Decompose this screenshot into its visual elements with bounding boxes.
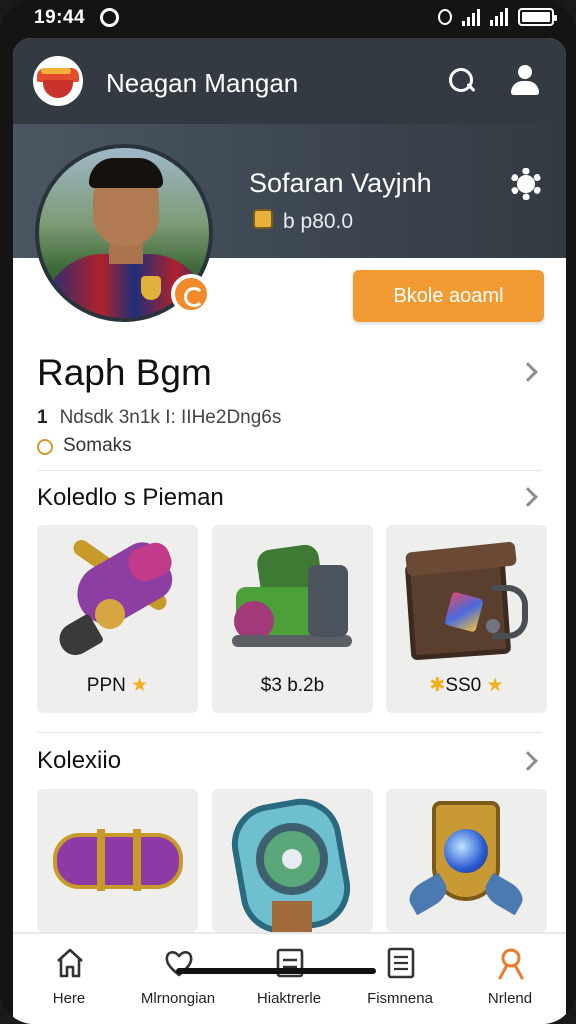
document-icon — [276, 948, 304, 978]
section-title-collection: Koledlo s Pieman — [37, 484, 224, 511]
sub-text: Somaks — [63, 435, 132, 456]
profile-name: Sofaran Vayjnh — [249, 168, 432, 198]
item-card[interactable]: $3 b.2b — [212, 525, 373, 713]
clock-icon — [37, 439, 53, 455]
status-time: 19:44 — [34, 7, 86, 28]
star-icon: ✱ — [429, 675, 446, 696]
item-card[interactable]: ✱SS0 ★ — [386, 525, 547, 713]
section-title-kolexiio: Kolexiio — [37, 747, 122, 774]
nav-label: Hiaktrerle — [256, 990, 322, 1007]
divider — [37, 470, 542, 471]
chevron-right-icon[interactable] — [518, 751, 538, 771]
home-icon — [57, 948, 83, 978]
stats-text: Ndsdk 3n1k I: IIHe2Dng6s — [59, 407, 282, 428]
item-card[interactable] — [37, 789, 198, 932]
item-card[interactable]: PPN ★ — [37, 525, 198, 713]
chevron-right-icon[interactable] — [518, 487, 538, 507]
bottom-navigation: Here Mlrnongian Hiaktrerle Fismnena Nrle… — [13, 932, 566, 1024]
profile-icon — [498, 948, 524, 980]
star-icon: ★ — [486, 675, 504, 696]
primary-action-button[interactable]: Bkole aoaml — [353, 270, 544, 322]
item-card[interactable] — [212, 789, 373, 932]
heart-icon — [165, 951, 193, 977]
item-card[interactable] — [386, 789, 547, 932]
nav-label: Fismnena — [367, 990, 433, 1007]
nav-label: Here — [52, 990, 86, 1007]
list-icon — [387, 947, 415, 979]
stats-line: 1 Ndsdk 3n1k I: IIHe2Dng6s — [37, 407, 281, 429]
cellular-signal-icon — [490, 8, 508, 26]
coin-icon — [253, 209, 273, 229]
item-label: $3 b.2b — [260, 675, 325, 696]
nav-item-profile[interactable]: Nrlend — [460, 946, 560, 1016]
page-title: Raph Bgm — [37, 352, 212, 393]
sync-icon[interactable] — [171, 274, 211, 314]
home-indicator[interactable] — [176, 968, 376, 974]
app-logo-icon[interactable] — [33, 56, 83, 106]
item-label: PPN — [86, 675, 126, 696]
nav-label: Nrlend — [487, 990, 533, 1007]
wifi-signal-icon — [462, 8, 480, 26]
star-icon: ★ — [131, 675, 149, 696]
nav-item-history[interactable]: Hiaktrerle — [239, 946, 339, 1016]
status-bar: 19:44 — [0, 0, 576, 36]
status-settings-icon — [100, 8, 119, 27]
item-label: SS0 — [445, 675, 482, 696]
nav-label: Mlrnongian — [140, 990, 216, 1007]
chevron-right-icon[interactable] — [518, 362, 538, 382]
battery-icon — [518, 8, 557, 26]
coin-balance: b p80.0 — [283, 210, 354, 233]
stats-count: 1 — [37, 407, 48, 428]
app-screen: Neagan Mangan Sofaran Vayjnh b p80.0 Bko… — [13, 38, 566, 1024]
nav-item-home[interactable]: Here — [19, 946, 119, 1016]
app-header: Neagan Mangan — [13, 38, 566, 124]
search-icon[interactable] — [447, 66, 477, 96]
nav-item-favorites[interactable]: Mlrnongian — [128, 946, 228, 1016]
phone-frame: 19:44 Neagan Mangan Sofaran Vayjnh b p80… — [0, 0, 576, 1024]
gear-icon[interactable] — [510, 168, 542, 200]
divider — [37, 732, 542, 733]
app-title: Neagan Mangan — [106, 68, 299, 98]
alarm-icon — [438, 9, 452, 25]
account-icon[interactable] — [509, 64, 541, 96]
status-indicators — [438, 8, 557, 26]
nav-item-list[interactable]: Fismnena — [350, 946, 450, 1016]
